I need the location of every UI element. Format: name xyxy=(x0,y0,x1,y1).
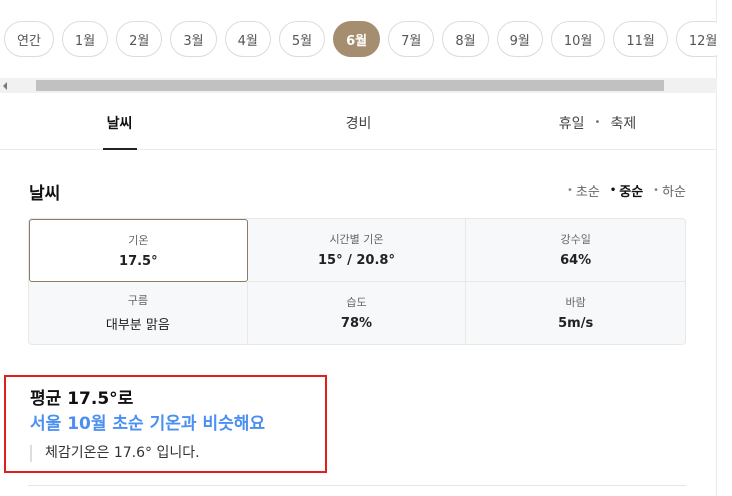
tab-festival-label: 축제 xyxy=(610,115,637,132)
weather-stats-grid: 기온 17.5° 시간별 기온 15° / 20.8° 강수일 64% 구름 대… xyxy=(28,218,686,345)
month-chip-5[interactable]: 5월 xyxy=(278,21,326,57)
period-late-label: 하순 xyxy=(662,185,686,200)
stat-label: 바람 xyxy=(565,296,586,310)
horizontal-scrollbar[interactable] xyxy=(0,78,717,93)
period-filter: • 초순 • 중순 • 하순 xyxy=(567,181,686,200)
stat-humidity[interactable]: 습도 78% xyxy=(248,281,467,344)
period-bullet: • xyxy=(567,185,573,196)
month-chip-annual[interactable]: 연간 xyxy=(4,21,54,57)
period-bullet: • xyxy=(653,185,660,196)
tab-separator-dot: • xyxy=(594,117,601,128)
stat-value: 5m/s xyxy=(558,316,594,332)
section-divider xyxy=(28,485,686,486)
month-chip-12[interactable]: 12월 xyxy=(675,21,717,57)
stat-wind[interactable]: 바람 5m/s xyxy=(466,282,685,345)
temperature-summary: 평균 17.5°로 서울 10월 초순 기온과 비슷해요 체감기온은 17.6°… xyxy=(4,375,327,473)
tab-cost-label: 경비 xyxy=(345,115,372,132)
stat-cloud[interactable]: 구름 대부분 맑음 xyxy=(29,281,248,344)
period-early[interactable]: • 초순 xyxy=(567,181,600,200)
tab-cost[interactable]: 경비 xyxy=(239,96,478,149)
month-chip-8[interactable]: 8월 xyxy=(442,21,489,57)
scrollbar-thumb[interactable] xyxy=(36,80,664,91)
period-mid[interactable]: • 중순 xyxy=(610,181,643,200)
month-chip-4[interactable]: 4월 xyxy=(224,21,271,57)
stat-rain-days[interactable]: 강수일 64% xyxy=(466,219,685,282)
month-chip-10[interactable]: 10월 xyxy=(550,21,606,57)
period-bullet: • xyxy=(609,185,617,196)
stat-value: 17.5° xyxy=(119,253,158,269)
tab-holiday-festival[interactable]: 휴일 • 축제 xyxy=(478,96,717,149)
month-chip-11[interactable]: 11월 xyxy=(613,21,668,57)
stat-label: 시간별 기온 xyxy=(329,233,384,247)
page-gutter xyxy=(717,0,732,496)
stat-label: 강수일 xyxy=(560,233,591,247)
stat-temperature[interactable]: 기온 17.5° xyxy=(29,219,248,282)
stat-value: 15° / 20.8° xyxy=(318,253,395,269)
month-selector: 연간 1월 2월 3월 4월 5월 6월 7월 8월 9월 10월 11월 12… xyxy=(0,0,717,78)
average-temperature: 평균 17.5°로 xyxy=(30,389,134,409)
weather-section-title: 날씨 xyxy=(29,184,61,204)
month-chip-6[interactable]: 6월 xyxy=(333,21,381,57)
period-mid-label: 중순 xyxy=(619,185,644,200)
period-early-label: 초순 xyxy=(575,185,600,200)
stat-value: 64% xyxy=(560,253,592,269)
month-chip-3[interactable]: 3월 xyxy=(170,21,217,57)
stat-hourly-temperature[interactable]: 시간별 기온 15° / 20.8° xyxy=(247,219,467,282)
stat-label: 습도 xyxy=(346,296,367,310)
tab-weather[interactable]: 날씨 xyxy=(0,96,239,150)
month-chip-9[interactable]: 9월 xyxy=(496,21,543,57)
tab-weather-label: 날씨 xyxy=(106,115,133,132)
month-chip-7[interactable]: 7월 xyxy=(388,21,435,57)
month-chip-1[interactable]: 1월 xyxy=(61,21,109,57)
feels-like-note: 체감기온은 17.6° 입니다. xyxy=(30,445,200,462)
stat-label: 구름 xyxy=(127,294,148,308)
tab-holiday-label: 휴일 xyxy=(558,115,585,132)
period-late[interactable]: • 하순 xyxy=(653,181,686,200)
active-tab-indicator xyxy=(102,148,137,150)
stat-value: 78% xyxy=(340,316,373,332)
stat-label: 기온 xyxy=(128,233,149,247)
comparison-headline: 서울 10월 초순 기온과 비슷해요 xyxy=(30,414,266,434)
month-chip-2[interactable]: 2월 xyxy=(116,21,163,57)
scroll-left-arrow-icon[interactable] xyxy=(3,82,7,90)
stat-value: 대부분 맑음 xyxy=(105,318,170,334)
tab-bar: 날씨 경비 휴일 • 축제 xyxy=(0,96,717,150)
